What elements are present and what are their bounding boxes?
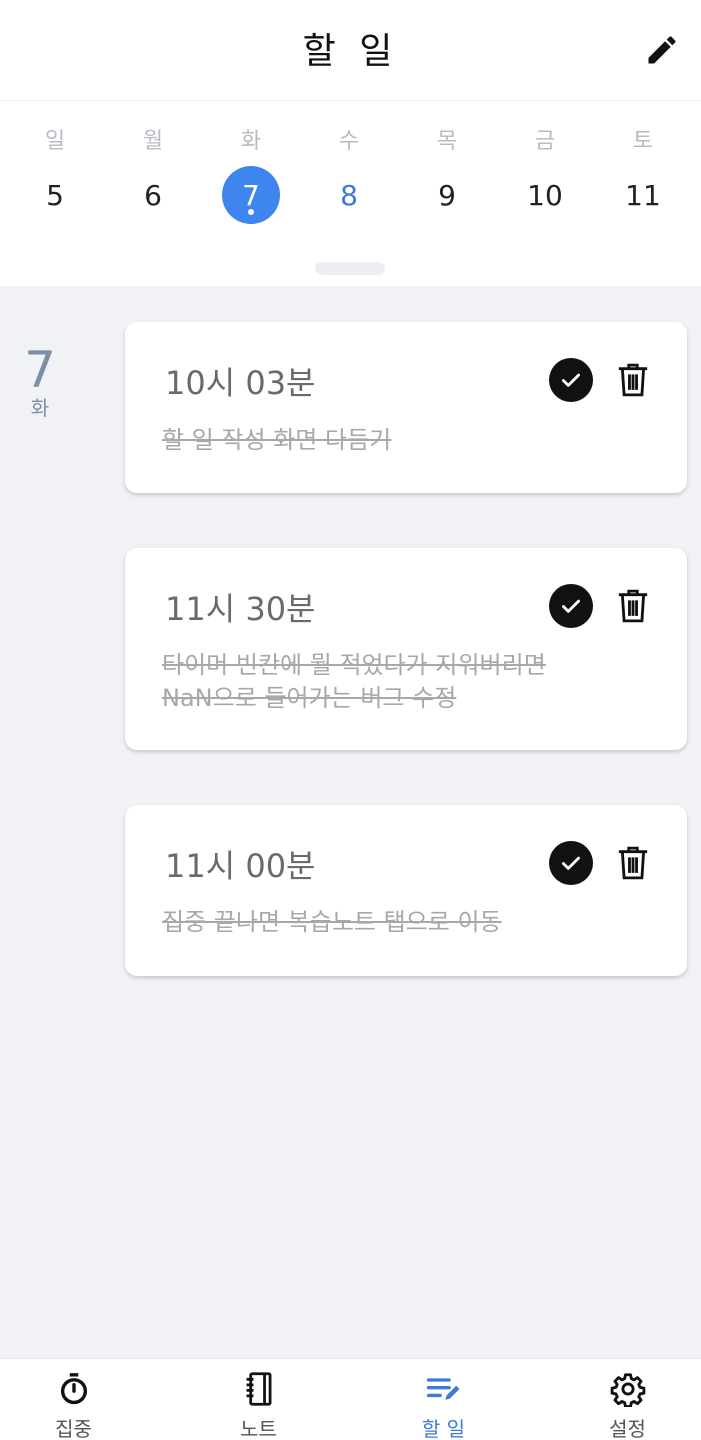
weekday-label: 토 (632, 129, 654, 154)
group-date-number: 7 (24, 341, 56, 399)
todo-time: 11시 30분 (165, 590, 316, 628)
nav-tab-todo[interactable]: 할 일 (356, 1359, 531, 1440)
gear-icon (610, 1371, 646, 1407)
stopwatch-icon (56, 1371, 92, 1407)
nav-label: 할 일 (421, 1417, 466, 1440)
calendar-day-sat[interactable]: 토 11 (593, 101, 693, 241)
complete-button[interactable] (549, 841, 593, 885)
checkmark-icon (562, 373, 580, 387)
nav-tab-notes[interactable]: 노트 (171, 1359, 346, 1440)
nav-tab-settings[interactable]: 설정 (540, 1359, 701, 1440)
nav-label: 설정 (609, 1417, 646, 1440)
group-date-label: 7 화 (18, 344, 62, 421)
todo-card[interactable]: 11시 30분 타이머 빈칸에 뭘 적었다가 지워버리면 NaN으로 들어가는 … (125, 548, 687, 750)
page-title: 할 일 (302, 31, 399, 72)
calendar-day-fri[interactable]: 금 10 (495, 101, 595, 241)
nav-label: 집중 (55, 1417, 92, 1440)
calendar-day-tue[interactable]: 화 7 (201, 101, 301, 241)
day-number-selected: 7 (222, 166, 280, 224)
todo-card[interactable]: 11시 00분 집중 끝나면 복습노트 탭으로 이동 (125, 805, 687, 976)
checkmark-icon (562, 856, 580, 870)
todo-card[interactable]: 10시 03분 할 일 작성 화면 다듬기 (125, 322, 687, 493)
weekday-label: 화 (240, 129, 262, 154)
calendar-day-wed[interactable]: 수 8 (299, 101, 399, 241)
todo-list-area: 7 화 10시 03분 할 일 작성 화면 다듬기 11시 30분 타이머 빈칸… (0, 286, 701, 1358)
todo-time: 11시 00분 (165, 847, 316, 885)
trash-icon (618, 846, 648, 880)
day-number-text: 7 (242, 178, 260, 212)
day-number: 10 (527, 178, 563, 212)
pencil-icon (648, 36, 676, 64)
calendar-day-sun[interactable]: 일 5 (5, 101, 105, 241)
has-todos-dot (248, 209, 254, 215)
weekday-label: 금 (534, 129, 556, 154)
delete-button[interactable] (613, 358, 653, 402)
trash-icon (618, 589, 648, 623)
app-header: 할 일 (0, 0, 701, 100)
checkmark-icon (562, 599, 580, 613)
complete-button[interactable] (549, 358, 593, 402)
day-number: 5 (46, 178, 64, 212)
week-calendar: 일 5 월 6 화 7 수 8 목 9 금 10 토 11 (0, 100, 701, 286)
edit-button[interactable] (640, 28, 684, 72)
notebook-icon (241, 1371, 277, 1407)
todo-list-icon (426, 1371, 462, 1407)
day-number: 6 (144, 178, 162, 212)
nav-tab-focus[interactable]: 집중 (0, 1359, 161, 1440)
nav-label: 노트 (240, 1417, 277, 1440)
trash-icon (618, 363, 648, 397)
todo-text: 타이머 빈칸에 뭘 적었다가 지워버리면 NaN으로 들어가는 버그 수정 (162, 651, 546, 712)
weekday-label: 목 (436, 129, 458, 154)
day-number: 11 (625, 178, 661, 212)
calendar-day-mon[interactable]: 월 6 (103, 101, 203, 241)
todo-text: 집중 끝나면 복습노트 탭으로 이동 (162, 908, 502, 936)
calendar-day-thu[interactable]: 목 9 (397, 101, 497, 241)
todo-text: 할 일 작성 화면 다듬기 (162, 426, 392, 454)
todo-time: 10시 03분 (165, 364, 316, 402)
weekday-label: 일 (44, 129, 66, 154)
day-number-today: 8 (340, 178, 358, 212)
weekday-label: 수 (338, 129, 360, 154)
weekday-label: 월 (142, 129, 164, 154)
delete-button[interactable] (613, 584, 653, 628)
delete-button[interactable] (613, 841, 653, 885)
calendar-drag-handle[interactable] (315, 262, 385, 275)
bottom-navigation: 집중 노트 할 일 설정 (0, 1358, 701, 1440)
complete-button[interactable] (549, 584, 593, 628)
day-number: 9 (438, 178, 456, 212)
